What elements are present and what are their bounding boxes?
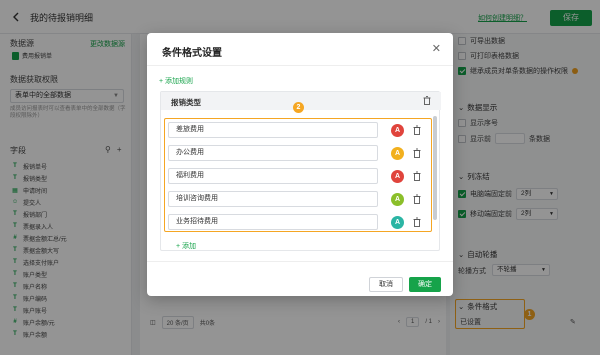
- condition-value-input[interactable]: 福利费用: [168, 168, 378, 184]
- trash-icon[interactable]: [413, 125, 421, 135]
- dialog-title: 条件格式设置: [162, 48, 222, 59]
- text-style-icon[interactable]: A: [391, 147, 404, 160]
- condition-value-input[interactable]: 业务招待费用: [168, 214, 378, 230]
- trash-icon[interactable]: [423, 96, 431, 105]
- trash-icon[interactable]: [413, 217, 421, 227]
- condition-row: 办公费用 A: [168, 144, 428, 162]
- add-condition-button[interactable]: + 添加: [176, 241, 196, 251]
- condition-value-input[interactable]: 差旅费用: [168, 122, 378, 138]
- condition-row: 业务招待费用 A: [168, 213, 428, 231]
- condition-row: 差旅费用 A: [168, 121, 428, 139]
- trash-icon[interactable]: [413, 171, 421, 181]
- condition-value-input[interactable]: 办公费用: [168, 145, 378, 161]
- trash-icon[interactable]: [413, 194, 421, 204]
- text-style-icon[interactable]: A: [391, 170, 404, 183]
- step-badge-2: 2: [293, 102, 304, 113]
- text-style-icon[interactable]: A: [391, 193, 404, 206]
- condition-value-input[interactable]: 培训咨询费用: [168, 191, 378, 207]
- close-icon[interactable]: ✕: [432, 42, 441, 55]
- text-style-icon[interactable]: A: [391, 124, 404, 137]
- trash-icon[interactable]: [413, 148, 421, 158]
- divider: [147, 65, 453, 66]
- confirm-button[interactable]: 确定: [409, 277, 441, 292]
- add-rule-button[interactable]: + 添加规则: [159, 76, 193, 86]
- condition-row: 培训咨询费用 A: [168, 190, 428, 208]
- condition-row: 福利费用 A: [168, 167, 428, 185]
- conditional-format-dialog: 条件格式设置 ✕ + 添加规则 报销类型 2 差旅费用 A 办公费用 A 福利费用 A 培训…: [147, 33, 453, 296]
- cancel-button[interactable]: 取消: [369, 277, 403, 292]
- text-style-icon[interactable]: A: [391, 216, 404, 229]
- rule-scrollbar[interactable]: [433, 116, 437, 220]
- divider: [147, 261, 453, 262]
- rule-field-label: 报销类型: [171, 98, 201, 107]
